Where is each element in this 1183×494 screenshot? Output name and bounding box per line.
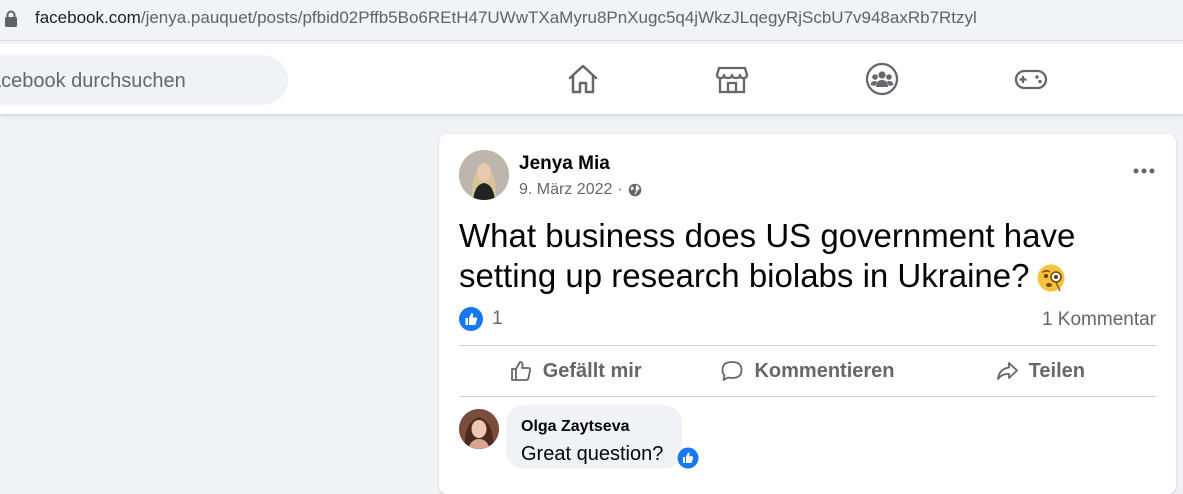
- gaming-icon[interactable]: [1014, 62, 1048, 96]
- search-box[interactable]: [0, 55, 292, 107]
- share-button-label: Teilen: [1028, 359, 1085, 382]
- share-arrow-icon: [996, 362, 1018, 380]
- comment-button[interactable]: Kommentieren: [691, 346, 923, 396]
- browser-url-bar[interactable]: facebook.com/jenya.pauquet/posts/pfbid02…: [0, 0, 1183, 41]
- face-with-monocle-emoji-icon: [1037, 264, 1064, 292]
- post-author[interactable]: Jenya Mia: [519, 153, 610, 175]
- comment-button-label: Kommentieren: [754, 359, 895, 382]
- like-reaction-icon: [459, 307, 483, 331]
- divider: [459, 396, 1156, 397]
- thumbs-up-icon: [510, 361, 531, 381]
- post-text-content: What business does US government have se…: [459, 217, 1076, 294]
- post-card: Jenya Mia 9. März 2022 · What business d…: [439, 134, 1176, 494]
- share-button[interactable]: Teilen: [924, 346, 1156, 396]
- comment-text: Great question?: [521, 443, 664, 465]
- url-domain: facebook.com: [35, 8, 141, 27]
- post-actions: Gefällt mir Kommentieren Teilen: [459, 346, 1156, 396]
- more-options-icon[interactable]: [1130, 164, 1158, 178]
- url-text[interactable]: facebook.com/jenya.pauquet/posts/pfbid02…: [35, 8, 977, 28]
- like-button[interactable]: Gefällt mir: [459, 346, 691, 396]
- post-date[interactable]: 9. März 2022: [519, 181, 612, 199]
- like-summary[interactable]: 1: [459, 307, 503, 331]
- groups-icon[interactable]: [865, 62, 899, 96]
- author-avatar[interactable]: [459, 150, 509, 200]
- comment-like-reaction-icon[interactable]: [675, 445, 701, 471]
- post-text: What business does US government have se…: [459, 216, 1159, 296]
- post-meta: 9. März 2022 ·: [519, 181, 642, 199]
- comment-icon: [722, 361, 743, 381]
- comment-count[interactable]: 1 Kommentar: [1042, 309, 1156, 331]
- comment-bubble: Olga Zaytseva Great question?: [506, 405, 682, 469]
- meta-separator: ·: [617, 181, 623, 198]
- marketplace-icon[interactable]: [715, 62, 749, 96]
- lock-icon: [5, 10, 17, 27]
- home-icon[interactable]: [566, 62, 600, 96]
- search-input[interactable]: [0, 55, 292, 107]
- globe-icon: [628, 183, 642, 197]
- commenter-name[interactable]: Olga Zaytseva: [521, 418, 630, 436]
- like-count: 1: [492, 308, 503, 329]
- like-button-label: Gefällt mir: [542, 359, 642, 382]
- facebook-header: [0, 44, 1183, 114]
- url-path: /jenya.pauquet/posts/pfbid02Pffb5Bo6REtH…: [140, 8, 977, 27]
- commenter-avatar[interactable]: [459, 409, 499, 449]
